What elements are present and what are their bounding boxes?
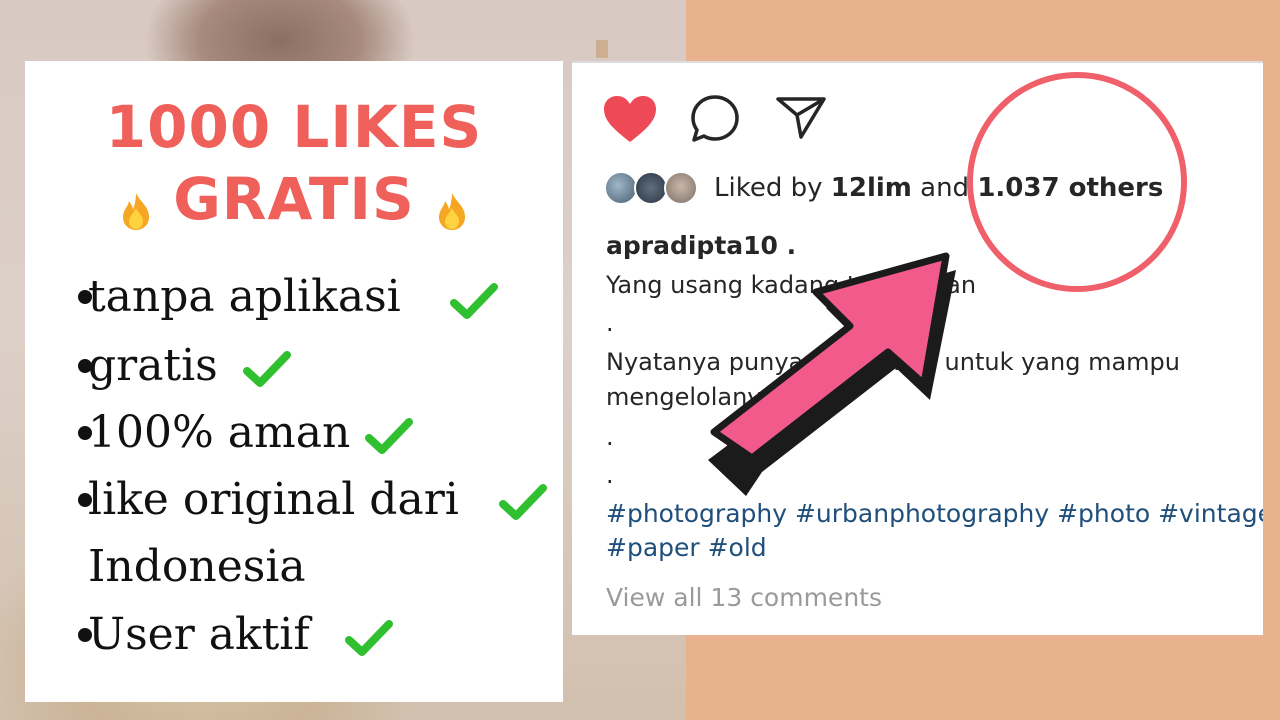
- likes-prefix: Liked by: [714, 173, 831, 203]
- heart-icon[interactable]: [602, 94, 658, 144]
- divider: [572, 61, 1263, 63]
- send-icon[interactable]: [775, 95, 827, 141]
- avatar[interactable]: [634, 171, 668, 205]
- headline-line2: GRATIS: [25, 163, 563, 235]
- headline-line1: 1000 LIKES: [105, 93, 483, 161]
- check-icon: [499, 484, 547, 520]
- caption-line: .: [606, 423, 614, 451]
- caption-line: .: [606, 309, 614, 337]
- comment-icon[interactable]: [689, 93, 741, 145]
- check-icon: [243, 351, 291, 387]
- view-all-comments-link[interactable]: View all 13 comments: [606, 583, 882, 612]
- liker-username[interactable]: 12lim: [831, 173, 912, 203]
- feature-item-continuation: Indonesia: [88, 541, 306, 592]
- arrow-icon: [708, 252, 956, 496]
- caption-line: .: [606, 461, 614, 489]
- background-ornament: [596, 40, 608, 58]
- highlight-circle: [967, 72, 1187, 292]
- check-icon: [345, 620, 393, 656]
- check-icon: [365, 418, 413, 454]
- fire-icon: [115, 176, 157, 230]
- avatar[interactable]: [664, 171, 698, 205]
- hashtags-line[interactable]: #paper #old: [606, 533, 767, 562]
- avatar[interactable]: [604, 171, 638, 205]
- check-icon: [450, 283, 498, 319]
- promo-card: 1000 LIKES GRATIS tanpa aplikasi gratis: [25, 61, 563, 702]
- headline-line2-text: GRATIS: [173, 165, 415, 233]
- fire-icon: [431, 176, 473, 230]
